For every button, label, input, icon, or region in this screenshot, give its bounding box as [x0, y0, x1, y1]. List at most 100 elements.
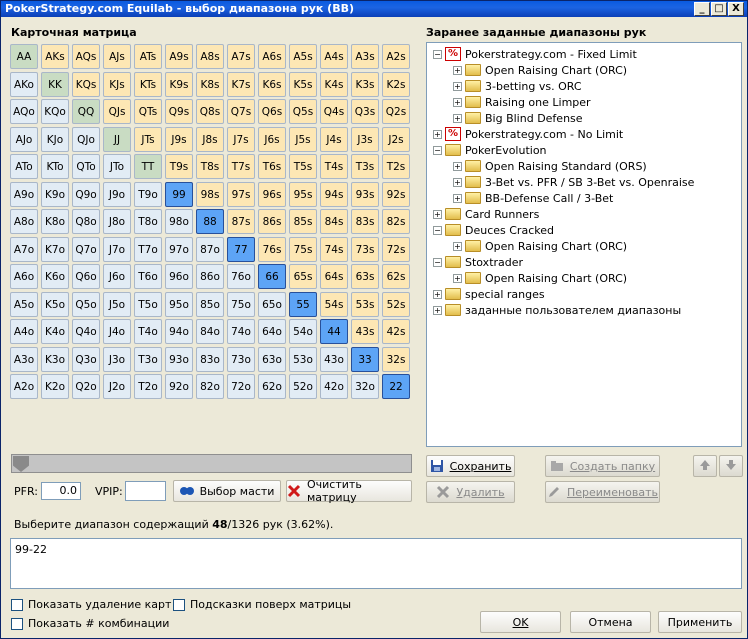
hand-cell-ats[interactable]: ATs	[134, 44, 162, 69]
hand-cell-q4o[interactable]: Q4o	[72, 319, 100, 344]
hand-cell-q9s[interactable]: Q9s	[165, 99, 193, 124]
select-suits-button[interactable]: Выбор масти	[173, 480, 281, 502]
hand-cell-43o[interactable]: 43o	[320, 347, 348, 372]
hand-cell-72o[interactable]: 72o	[227, 374, 255, 399]
hand-cell-aks[interactable]: AKs	[41, 44, 69, 69]
hand-cell-87s[interactable]: 87s	[227, 209, 255, 234]
hand-cell-k4s[interactable]: K4s	[320, 72, 348, 97]
hand-cell-t7o[interactable]: T7o	[134, 237, 162, 262]
hand-cell-k5o[interactable]: K5o	[41, 292, 69, 317]
hand-cell-95s[interactable]: 95s	[289, 182, 317, 207]
collapse-icon[interactable]: −	[433, 145, 442, 155]
hand-cell-42o[interactable]: 42o	[320, 374, 348, 399]
tree-node[interactable]: + Raising one Limper	[453, 94, 591, 110]
hand-cell-a2s[interactable]: A2s	[382, 44, 410, 69]
hand-cell-74o[interactable]: 74o	[227, 319, 255, 344]
hand-cell-84s[interactable]: 84s	[320, 209, 348, 234]
hand-cell-t3o[interactable]: T3o	[134, 347, 162, 372]
hand-cell-j6s[interactable]: J6s	[258, 127, 286, 152]
hand-cell-kk[interactable]: KK	[41, 72, 69, 97]
hand-cell-64s[interactable]: 64s	[320, 264, 348, 289]
hand-cell-a2o[interactable]: A2o	[10, 374, 38, 399]
hand-cell-j7s[interactable]: J7s	[227, 127, 255, 152]
hand-cell-j6o[interactable]: J6o	[103, 264, 131, 289]
hand-cell-t6o[interactable]: T6o	[134, 264, 162, 289]
hand-cell-j8s[interactable]: J8s	[196, 127, 224, 152]
hand-cell-k8o[interactable]: K8o	[41, 209, 69, 234]
hand-cell-65o[interactable]: 65o	[258, 292, 286, 317]
hand-cell-a7s[interactable]: A7s	[227, 44, 255, 69]
save-button[interactable]: Сохранить	[426, 455, 515, 477]
hand-cell-t5o[interactable]: T5o	[134, 292, 162, 317]
hand-cell-q8s[interactable]: Q8s	[196, 99, 224, 124]
hand-cell-86o[interactable]: 86o	[196, 264, 224, 289]
hand-cell-74s[interactable]: 74s	[320, 237, 348, 262]
expand-icon[interactable]: +	[453, 241, 462, 251]
hand-cell-a7o[interactable]: A7o	[10, 237, 38, 262]
hand-cell-52s[interactable]: 52s	[382, 292, 410, 317]
hand-cell-t4o[interactable]: T4o	[134, 319, 162, 344]
hand-cell-42s[interactable]: 42s	[382, 319, 410, 344]
hand-cell-j9o[interactable]: J9o	[103, 182, 131, 207]
tree-node[interactable]: + Open Raising Standard (ORS)	[453, 158, 647, 174]
minimize-button[interactable]: _	[694, 2, 710, 16]
hand-cell-q7s[interactable]: Q7s	[227, 99, 255, 124]
hand-cell-54o[interactable]: 54o	[289, 319, 317, 344]
hand-cell-64o[interactable]: 64o	[258, 319, 286, 344]
hand-cell-qto[interactable]: QTo	[72, 154, 100, 179]
checkbox-box[interactable]	[173, 598, 185, 611]
hand-cell-j7o[interactable]: J7o	[103, 237, 131, 262]
hand-cell-qq[interactable]: QQ	[72, 99, 100, 124]
hand-cell-ajs[interactable]: AJs	[103, 44, 131, 69]
collapse-icon[interactable]: −	[433, 225, 442, 235]
expand-icon[interactable]: +	[453, 97, 462, 107]
hand-cell-76s[interactable]: 76s	[258, 237, 286, 262]
hand-cell-q4s[interactable]: Q4s	[320, 99, 348, 124]
hand-cell-96o[interactable]: 96o	[165, 264, 193, 289]
hand-cell-t9s[interactable]: T9s	[165, 154, 193, 179]
hand-cell-32o[interactable]: 32o	[351, 374, 379, 399]
hand-cell-a5s[interactable]: A5s	[289, 44, 317, 69]
expand-icon[interactable]: +	[453, 113, 462, 123]
hand-cell-a9s[interactable]: A9s	[165, 44, 193, 69]
hand-cell-j4s[interactable]: J4s	[320, 127, 348, 152]
tree-node[interactable]: +3-betting vs. ORC	[453, 78, 582, 94]
hand-cell-55[interactable]: 55	[289, 292, 317, 317]
checkbox-box[interactable]	[11, 598, 23, 611]
hand-cell-j2o[interactable]: J2o	[103, 374, 131, 399]
hand-cell-j3o[interactable]: J3o	[103, 347, 131, 372]
hand-cell-a4s[interactable]: A4s	[320, 44, 348, 69]
preset-ranges-tree[interactable]: −% Pokerstrategy.com - Fixed Limit + Open R…	[426, 42, 742, 447]
move-down-button[interactable]	[719, 455, 743, 477]
show-combos-checkbox[interactable]: Показать # комбинации	[11, 617, 169, 630]
hand-cell-97s[interactable]: 97s	[227, 182, 255, 207]
hand-cell-76o[interactable]: 76o	[227, 264, 255, 289]
hand-cell-q6s[interactable]: Q6s	[258, 99, 286, 124]
hand-cell-ako[interactable]: AKo	[10, 72, 38, 97]
hand-cell-72s[interactable]: 72s	[382, 237, 410, 262]
hand-cell-k3s[interactable]: K3s	[351, 72, 379, 97]
tree-node[interactable]: + Card Runners	[433, 206, 539, 222]
hand-cell-t7s[interactable]: T7s	[227, 154, 255, 179]
hand-cell-82s[interactable]: 82s	[382, 209, 410, 234]
create-folder-button[interactable]: Создать папку	[545, 455, 660, 477]
expand-icon[interactable]: +	[453, 177, 462, 187]
hand-cell-a5o[interactable]: A5o	[10, 292, 38, 317]
hand-cell-q5o[interactable]: Q5o	[72, 292, 100, 317]
hand-cell-82o[interactable]: 82o	[196, 374, 224, 399]
hand-cell-43s[interactable]: 43s	[351, 319, 379, 344]
tree-node[interactable]: + Open Raising Chart (ORC)	[453, 238, 627, 254]
hand-cell-63o[interactable]: 63o	[258, 347, 286, 372]
hand-cell-54s[interactable]: 54s	[320, 292, 348, 317]
hand-cell-87o[interactable]: 87o	[196, 237, 224, 262]
hand-cell-84o[interactable]: 84o	[196, 319, 224, 344]
rename-button[interactable]: Переименовать	[545, 481, 660, 503]
hand-cell-kqs[interactable]: KQs	[72, 72, 100, 97]
collapse-icon[interactable]: −	[433, 49, 442, 59]
clear-matrix-button[interactable]: Очистить матрицу	[286, 478, 412, 504]
delete-button[interactable]: Удалить	[426, 481, 515, 503]
hand-cell-aqo[interactable]: AQo	[10, 99, 38, 124]
hand-cell-83o[interactable]: 83o	[196, 347, 224, 372]
hand-cell-k9o[interactable]: K9o	[41, 182, 69, 207]
hand-cell-q3s[interactable]: Q3s	[351, 99, 379, 124]
